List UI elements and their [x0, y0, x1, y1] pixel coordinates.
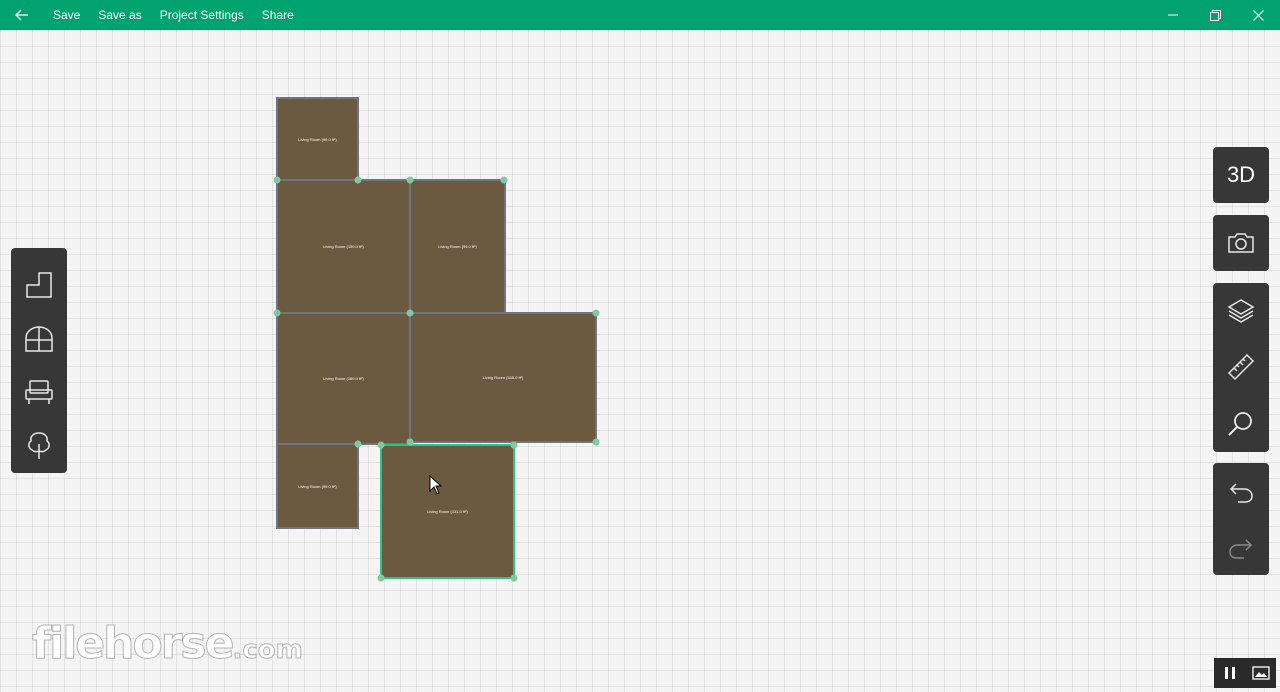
minimize-button[interactable]: [1151, 0, 1194, 30]
redo-icon: [1229, 539, 1253, 559]
layers-button[interactable]: [1213, 283, 1269, 339]
wall-node[interactable]: [510, 574, 518, 582]
title-bar: Save Save as Project Settings Share: [0, 0, 1280, 30]
project-settings-button[interactable]: Project Settings: [151, 0, 253, 30]
camera-button[interactable]: [1213, 215, 1269, 271]
room-label: Living Room (159.0 ft²): [323, 244, 364, 249]
close-button[interactable]: [1237, 0, 1280, 30]
search-button[interactable]: [1213, 396, 1269, 452]
room-r5[interactable]: Living Room (165.0 ft²): [409, 312, 597, 443]
share-button[interactable]: Share: [253, 0, 303, 30]
undo-icon: [1229, 483, 1253, 503]
minimize-icon: [1167, 14, 1178, 16]
picture-in-picture-button[interactable]: [1249, 661, 1273, 685]
window-tool-button[interactable]: [11, 312, 67, 366]
wall-node[interactable]: [500, 176, 508, 184]
room-label: Living Room (165.0 ft²): [482, 375, 524, 380]
wall-node[interactable]: [377, 441, 385, 449]
restore-button[interactable]: [1194, 0, 1237, 30]
tree-tool-icon: [28, 432, 50, 460]
wall-node[interactable]: [354, 440, 362, 448]
view-3d-group: 3D: [1213, 147, 1269, 203]
room-label: Living Room (99.0 ft²): [438, 244, 477, 249]
redo-button[interactable]: [1213, 519, 1269, 575]
window-controls: [1151, 0, 1280, 30]
history-group: [1213, 463, 1269, 575]
video-controls: [1214, 658, 1276, 688]
wall-node[interactable]: [406, 438, 414, 446]
camera-icon: [1228, 233, 1254, 253]
close-icon: [1253, 9, 1264, 21]
back-button[interactable]: [0, 0, 44, 30]
room-r1[interactable]: Living Room (99.0 ft²): [276, 97, 359, 181]
window-tool-icon: [25, 325, 53, 352]
tools-group: [1213, 283, 1269, 452]
left-toolbar: [11, 248, 67, 473]
wall-node[interactable]: [510, 441, 518, 449]
view-3d-label: 3D: [1226, 162, 1256, 187]
furniture-tool-icon: [25, 380, 53, 405]
measure-button[interactable]: [1213, 339, 1269, 395]
furniture-tool-button[interactable]: [11, 366, 67, 420]
wall-node[interactable]: [273, 309, 281, 317]
watermark-logo: filehorse.com: [31, 618, 303, 670]
wall-node[interactable]: [592, 438, 600, 446]
ruler-icon: [1227, 354, 1255, 381]
search-icon: [1228, 411, 1252, 436]
undo-button[interactable]: [1213, 463, 1269, 519]
watermark-text: filehorse: [31, 618, 234, 670]
room-r7-selected[interactable]: Living Room (131.0 ft²): [380, 444, 515, 579]
wall-node[interactable]: [406, 176, 414, 184]
floor-plan-canvas: Living Room (99.0 ft²) Living Room (159.…: [0, 0, 1280, 692]
wall-node[interactable]: [406, 309, 414, 317]
landscape-tool-button[interactable]: [11, 419, 67, 473]
room-label: Living Room (99.0 ft²): [298, 136, 337, 142]
room-r2[interactable]: Living Room (159.0 ft²): [276, 179, 411, 314]
wall-node[interactable]: [592, 309, 600, 317]
wall-node[interactable]: [273, 176, 281, 184]
view-3d-button[interactable]: 3D: [1213, 147, 1269, 203]
camera-group: [1213, 215, 1269, 271]
room-r4[interactable]: Living Room (169.0 ft²): [276, 312, 411, 445]
room-label: Living Room (131.0 ft²): [427, 509, 468, 514]
wall-tool-button[interactable]: [11, 258, 67, 312]
pause-icon: [1224, 667, 1235, 679]
room-r6[interactable]: Living Room (99.0 ft²): [276, 443, 359, 529]
arrow-left-icon: [15, 9, 28, 21]
wall-tool-icon: [26, 272, 52, 298]
wall-node[interactable]: [377, 574, 385, 582]
restore-icon: [1210, 9, 1221, 21]
save-button[interactable]: Save: [44, 0, 89, 30]
room-label: Living Room (99.0 ft²): [298, 483, 337, 489]
room-r3[interactable]: Living Room (99.0 ft²): [409, 179, 506, 314]
save-as-button[interactable]: Save as: [89, 0, 150, 30]
wall-node[interactable]: [354, 176, 362, 184]
picture-in-picture-icon: [1251, 666, 1270, 680]
layers-icon: [1227, 299, 1255, 324]
room-label: Living Room (169.0 ft²): [323, 376, 364, 381]
pause-button[interactable]: [1218, 661, 1242, 685]
watermark-suffix: .com: [232, 635, 303, 666]
